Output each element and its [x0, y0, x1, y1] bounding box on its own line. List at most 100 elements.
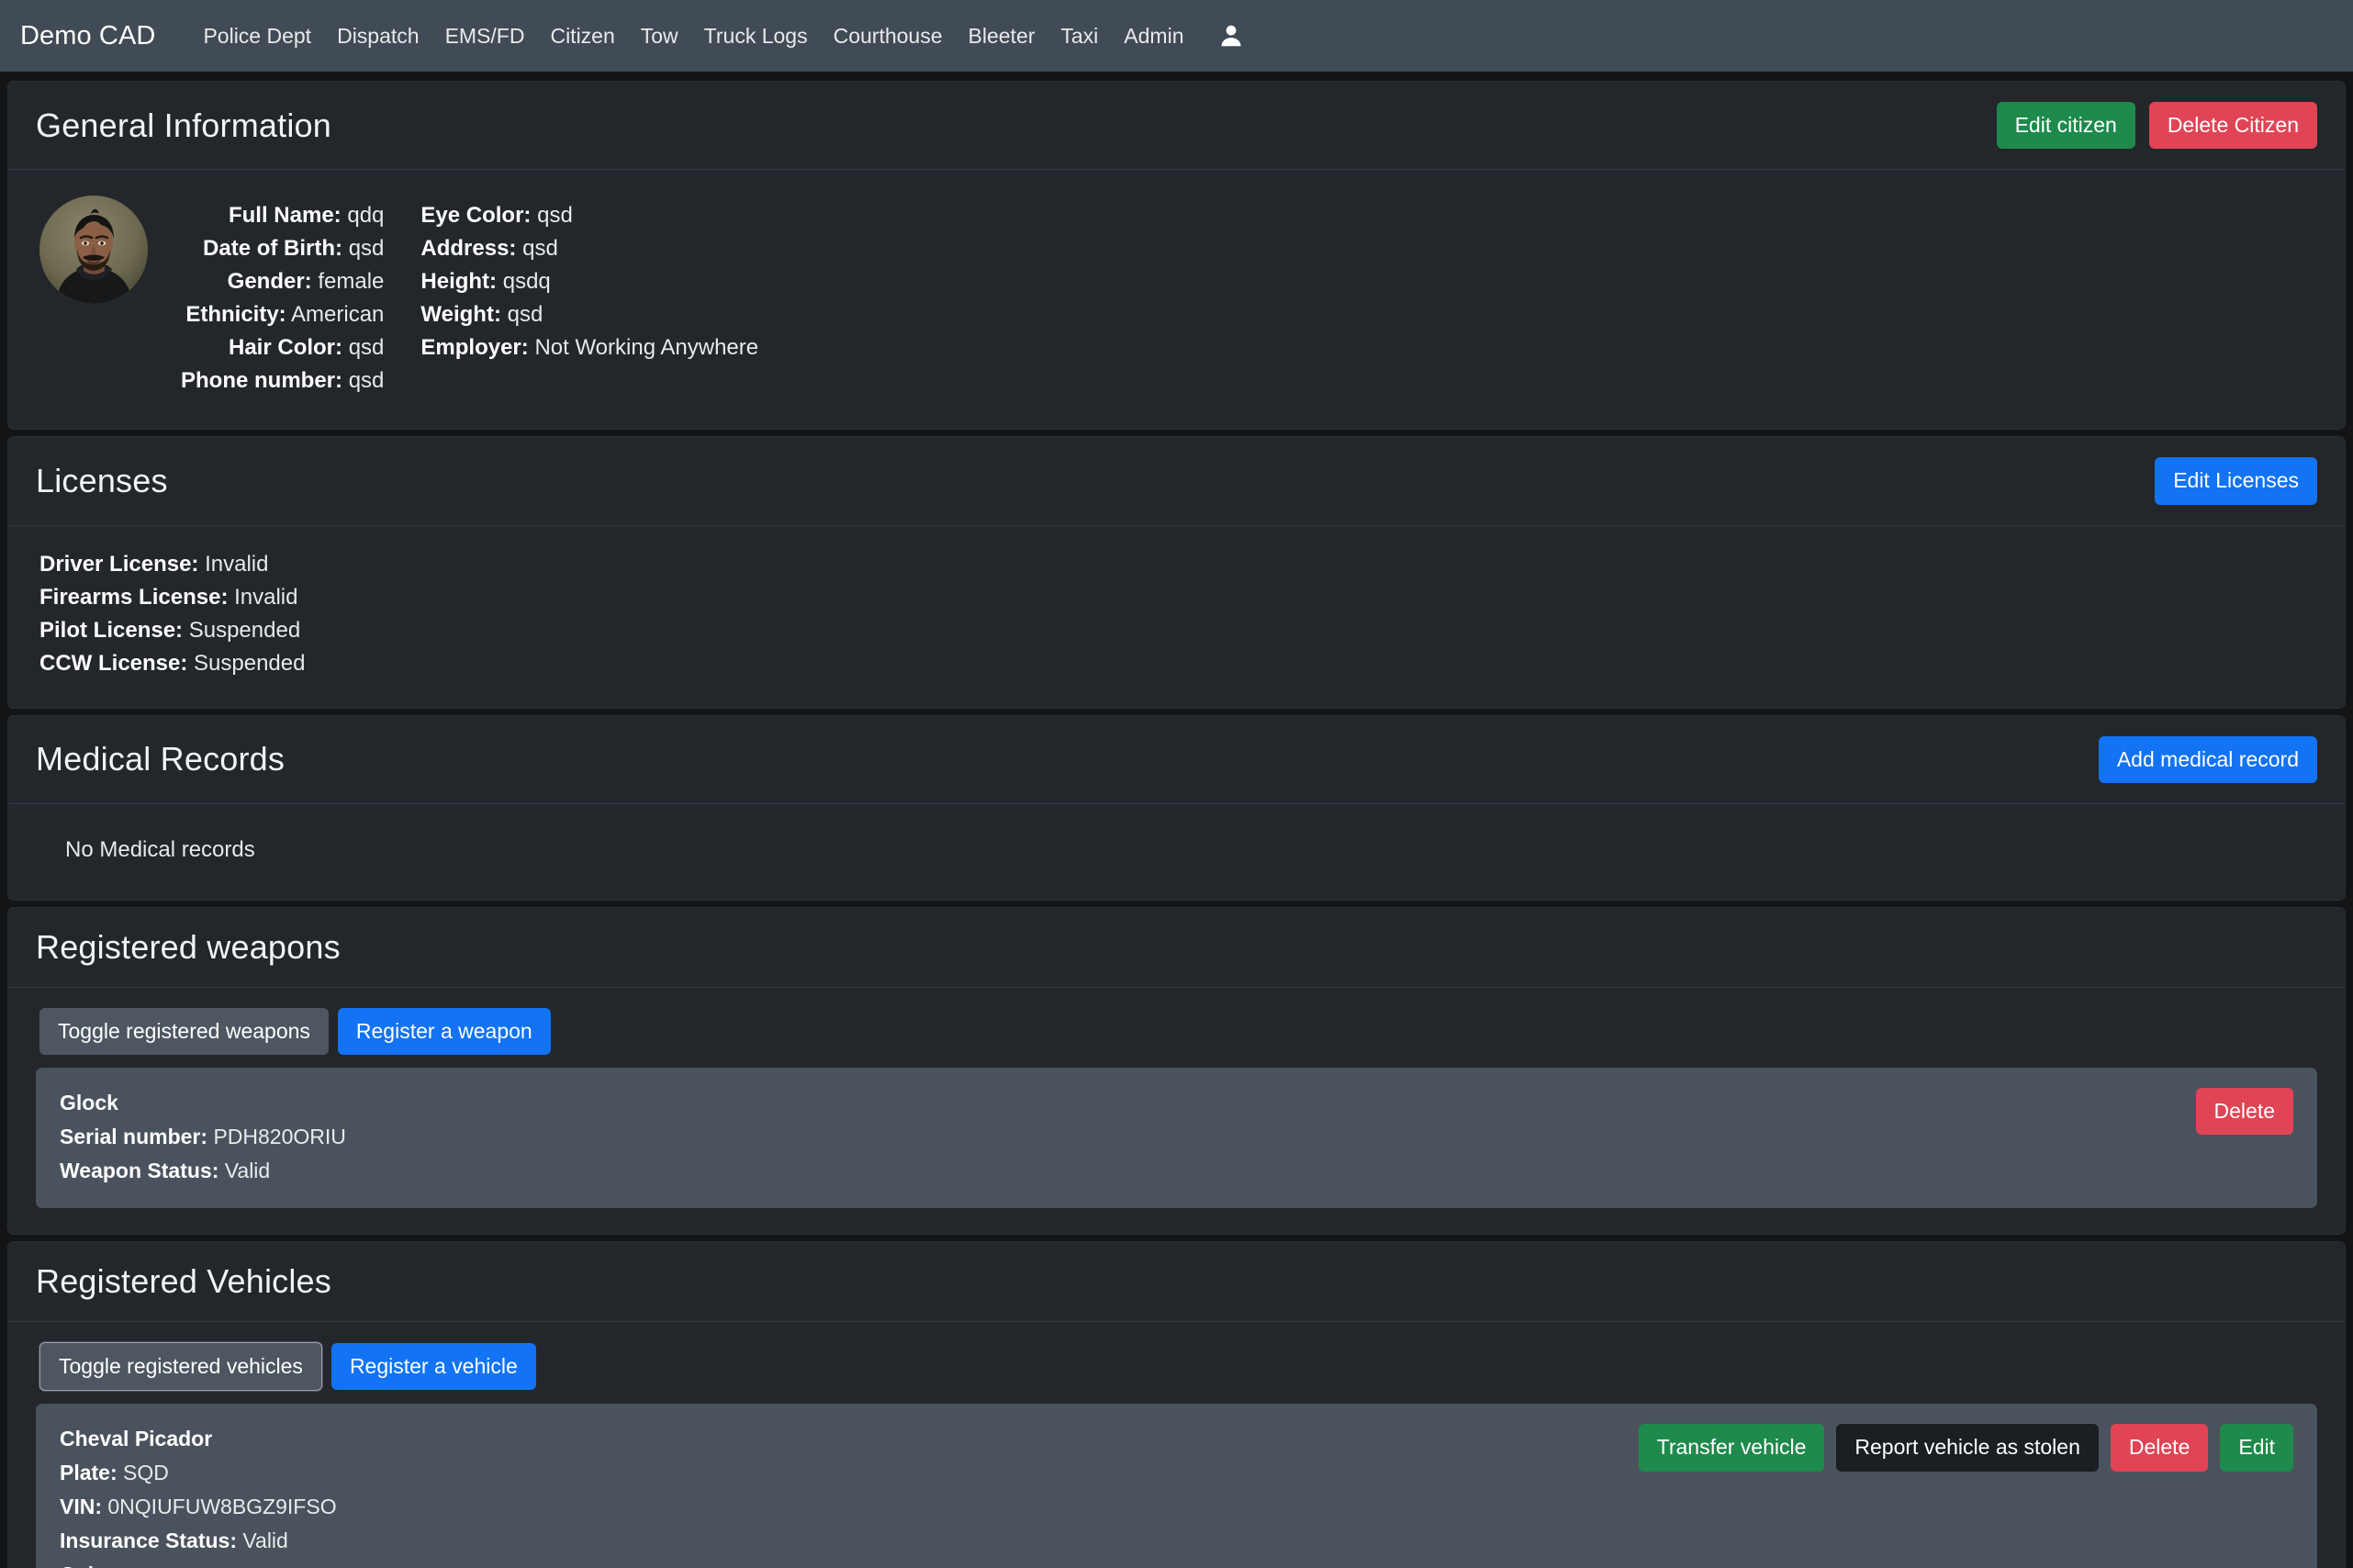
registered-weapons-header: Registered weapons: [8, 908, 2345, 988]
nav-item-police-dept[interactable]: Police Dept: [190, 24, 324, 49]
weapon-record-details: Glock Serial number: PDH820ORIU Weapon S…: [60, 1086, 346, 1188]
field-address-label: Address:: [420, 236, 516, 261]
delete-citizen-button[interactable]: Delete Citizen: [2149, 102, 2317, 149]
vehicle-plate-label: Plate:: [60, 1461, 118, 1484]
report-vehicle-as-stolen-button[interactable]: Report vehicle as stolen: [1836, 1424, 2098, 1471]
vehicle-plate-value: SQD: [123, 1461, 169, 1484]
vehicle-color-value: qs: [128, 1562, 150, 1568]
field-employer-value: Not Working Anywhere: [534, 335, 758, 360]
vehicle-insurance-status-value: Valid: [242, 1529, 287, 1552]
field-full-name: Full Name: qdq: [181, 199, 384, 232]
field-employer: Employer: Not Working Anywhere: [420, 331, 758, 364]
field-address-value: qsd: [522, 236, 558, 261]
medical-records-title: Medical Records: [36, 740, 285, 778]
vehicle-record-row: Cheval Picador Plate: SQD VIN: 0NQIUFUW8…: [36, 1404, 2317, 1568]
license-pilot: Pilot License: Suspended: [39, 614, 2317, 647]
field-gender-value: female: [318, 269, 384, 294]
field-phone-number-label: Phone number:: [181, 368, 342, 393]
general-information-header: General Information Edit citizen Delete …: [8, 82, 2345, 170]
license-pilot-value: Suspended: [189, 618, 300, 643]
field-date-of-birth: Date of Birth: qsd: [181, 232, 384, 265]
field-date-of-birth-value: qsd: [349, 236, 385, 261]
nav-item-dispatch[interactable]: Dispatch: [324, 24, 431, 49]
vehicle-vin-value: 0NQIUFUW8BGZ9IFSO: [107, 1495, 336, 1518]
user-menu-button[interactable]: [1217, 22, 1245, 50]
field-weight-label: Weight:: [420, 302, 501, 327]
add-medical-record-button[interactable]: Add medical record: [2099, 736, 2317, 783]
registered-weapons-card: Registered weapons Toggle registered wea…: [7, 907, 2346, 1235]
vehicle-color: Color: qs: [60, 1558, 337, 1568]
licenses-actions: Edit Licenses: [2155, 457, 2317, 504]
licenses-body: Driver License: Invalid Firearms License…: [8, 526, 2345, 708]
field-date-of-birth-label: Date of Birth:: [203, 236, 342, 261]
nav-item-bleeter[interactable]: Bleeter: [956, 24, 1048, 49]
license-driver-label: Driver License:: [39, 552, 198, 577]
license-driver: Driver License: Invalid: [39, 548, 2317, 581]
nav-item-ems-fd[interactable]: EMS/FD: [432, 24, 538, 49]
field-height-value: qsdq: [503, 269, 551, 294]
licenses-card: Licenses Edit Licenses Driver License: I…: [7, 436, 2346, 708]
field-ethnicity-label: Ethnicity:: [185, 302, 286, 327]
registered-weapons-list: Glock Serial number: PDH820ORIU Weapon S…: [8, 1055, 2345, 1234]
transfer-vehicle-button[interactable]: Transfer vehicle: [1639, 1424, 1825, 1471]
nav-item-taxi[interactable]: Taxi: [1048, 24, 1111, 49]
registered-weapons-title: Registered weapons: [36, 928, 341, 967]
license-ccw-label: CCW License:: [39, 651, 187, 676]
registered-vehicles-toolbar: Toggle registered vehicles Register a ve…: [8, 1322, 2345, 1391]
page-content: General Information Edit citizen Delete …: [0, 72, 2353, 1568]
page-title: General Information: [36, 106, 331, 145]
field-full-name-value: qdq: [347, 203, 384, 228]
toggle-registered-weapons-button[interactable]: Toggle registered weapons: [39, 1008, 329, 1055]
register-a-vehicle-button[interactable]: Register a vehicle: [331, 1343, 536, 1390]
field-full-name-label: Full Name:: [229, 203, 342, 228]
delete-vehicle-button[interactable]: Delete: [2111, 1424, 2208, 1471]
top-navbar: Demo CAD Police Dept Dispatch EMS/FD Cit…: [0, 0, 2353, 72]
general-information-body: Full Name: qdq Date of Birth: qsd Gender…: [8, 170, 2345, 429]
citizen-fields-left: Full Name: qdq Date of Birth: qsd Gender…: [181, 199, 384, 398]
edit-vehicle-button[interactable]: Edit: [2220, 1424, 2293, 1471]
field-weight-value: qsd: [508, 302, 543, 327]
register-a-weapon-button[interactable]: Register a weapon: [338, 1008, 551, 1055]
license-firearms-label: Firearms License:: [39, 585, 228, 610]
edit-citizen-button[interactable]: Edit citizen: [1997, 102, 2135, 149]
license-ccw-value: Suspended: [194, 651, 305, 676]
medical-records-empty-text: No Medical records: [65, 837, 2317, 863]
toggle-registered-vehicles-button[interactable]: Toggle registered vehicles: [39, 1342, 322, 1391]
nav-item-admin[interactable]: Admin: [1111, 24, 1196, 49]
license-ccw: CCW License: Suspended: [39, 647, 2317, 680]
registered-vehicles-list: Cheval Picador Plate: SQD VIN: 0NQIUFUW8…: [8, 1391, 2345, 1568]
license-firearms: Firearms License: Invalid: [39, 581, 2317, 614]
weapon-name: Glock: [60, 1086, 346, 1120]
field-gender-label: Gender:: [228, 269, 312, 294]
registered-vehicles-header: Registered Vehicles: [8, 1242, 2345, 1322]
nav-item-citizen[interactable]: Citizen: [537, 24, 627, 49]
license-pilot-label: Pilot License:: [39, 618, 183, 643]
weapon-status: Weapon Status: Valid: [60, 1154, 346, 1188]
registered-vehicles-title: Registered Vehicles: [36, 1262, 331, 1301]
field-height-label: Height:: [420, 269, 497, 294]
edit-licenses-button[interactable]: Edit Licenses: [2155, 457, 2317, 504]
avatar-image: [39, 196, 148, 304]
nav-item-tow[interactable]: Tow: [628, 24, 691, 49]
weapon-serial-number: Serial number: PDH820ORIU: [60, 1120, 346, 1154]
field-ethnicity-value: American: [291, 302, 384, 327]
field-address: Address: qsd: [420, 232, 758, 265]
vehicle-record-actions: Transfer vehicle Report vehicle as stole…: [1639, 1422, 2293, 1471]
license-firearms-value: Invalid: [234, 585, 297, 610]
nav-item-courthouse[interactable]: Courthouse: [821, 24, 956, 49]
medical-records-body: No Medical records: [8, 804, 2345, 900]
delete-weapon-button[interactable]: Delete: [2196, 1088, 2293, 1135]
vehicle-vin-label: VIN:: [60, 1495, 102, 1518]
vehicle-name: Cheval Picador: [60, 1422, 337, 1456]
avatar: [39, 196, 148, 304]
field-eye-color-value: qsd: [537, 203, 573, 228]
nav-item-truck-logs[interactable]: Truck Logs: [691, 24, 821, 49]
field-phone-number-value: qsd: [349, 368, 385, 393]
brand-logo[interactable]: Demo CAD: [20, 21, 155, 51]
field-employer-label: Employer:: [420, 335, 528, 360]
citizen-fields: Full Name: qdq Date of Birth: qsd Gender…: [181, 196, 758, 398]
field-hair-color-value: qsd: [349, 335, 385, 360]
field-weight: Weight: qsd: [420, 298, 758, 331]
registered-vehicles-card: Registered Vehicles Toggle registered ve…: [7, 1241, 2346, 1568]
nav-links: Police Dept Dispatch EMS/FD Citizen Tow …: [190, 24, 1196, 49]
